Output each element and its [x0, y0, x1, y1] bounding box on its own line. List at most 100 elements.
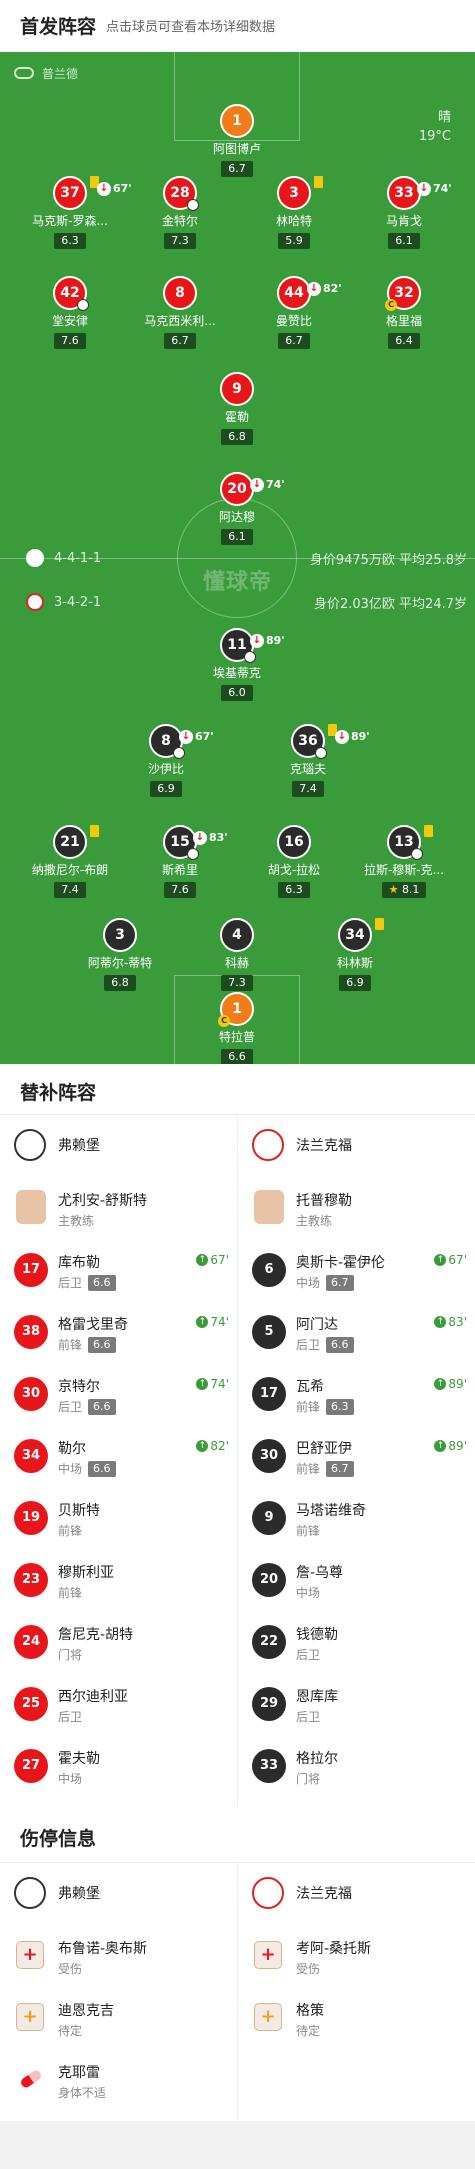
player-away-4[interactable]: 4 科赫 7.3 — [182, 918, 292, 991]
yellow-card-icon — [90, 825, 99, 837]
injury-item-home[interactable]: 克耶雷 身体不适 — [0, 2049, 237, 2111]
home-club[interactable]: 弗赖堡 — [0, 1115, 237, 1177]
player-rating: 7.3 — [221, 975, 253, 991]
player-number: 15 — [170, 834, 190, 850]
away-club[interactable]: 法兰克福 — [238, 1115, 475, 1177]
sub-player-away[interactable]: 9 马塔诺维奇 前锋 — [238, 1487, 475, 1549]
player-name: 纳撒尼尔-布朗 — [31, 863, 109, 877]
player-home-33[interactable]: 33 ↓ 74' 马肯戈 6.1 — [349, 176, 459, 249]
sub-player-home[interactable]: 38 格雷戈里奇 前锋 6.6 ↑ 74' — [0, 1301, 237, 1363]
injury-status: 待定 — [296, 2024, 321, 2038]
sub-player-home[interactable]: 34 勒尔 中场 6.6 ↑ 82' — [0, 1425, 237, 1487]
player-name: 科赫 — [224, 956, 249, 970]
player-home-8[interactable]: 8 马克西米利... 6.7 — [125, 276, 235, 349]
player-meta: 前锋 6.3 — [296, 1398, 354, 1415]
injury-item-away[interactable]: 考阿-桑托斯 受伤 — [238, 1925, 475, 1987]
player-name: 阿图博卢 — [212, 142, 261, 156]
player-number: 22 — [252, 1625, 286, 1659]
player-home-1[interactable]: 1 阿图博卢 6.7 — [182, 104, 292, 177]
player-home-37[interactable]: 37 ↓ 67' 马克斯-罗森... 6.3 — [15, 176, 132, 249]
sub-player-away[interactable]: 33 格拉尔 门将 — [238, 1735, 475, 1797]
injury-status: 受伤 — [296, 1962, 321, 1976]
player-home-44[interactable]: 44 ↓ 82' 曼赞比 6.7 — [239, 276, 349, 349]
player-name: 金特尔 — [161, 214, 198, 228]
sub-player-away[interactable]: 6 奥斯卡-霍伊伦 中场 6.7 ↑ 67' — [238, 1239, 475, 1301]
player-away-8[interactable]: 8 ↓ 67' 沙伊比 6.9 — [111, 724, 221, 797]
sub-on-icon: ↑ — [434, 1316, 447, 1328]
sub-on-icon: ↑ — [434, 1440, 447, 1452]
player-position: 前锋 — [296, 1524, 321, 1538]
player-number: 42 — [60, 285, 80, 301]
player-name: 格拉尔 — [296, 1751, 338, 1767]
sub-player-home[interactable]: 19 贝斯特 前锋 — [0, 1487, 237, 1549]
player-away-1[interactable]: 1C 特拉普 6.6 — [182, 992, 292, 1064]
player-position: 门将 — [58, 1648, 83, 1662]
sub-player-away[interactable]: 29 恩库库 后卫 — [238, 1673, 475, 1735]
player-meta: 后卫 6.6 — [296, 1336, 354, 1353]
player-number: 9 — [220, 372, 254, 406]
sub-player-home[interactable]: 27 霍夫勒 中场 — [0, 1735, 237, 1797]
sub-player-home[interactable]: 23 穆斯利亚 前锋 — [0, 1549, 237, 1611]
player-name: 沙伊比 — [147, 762, 184, 776]
player-away-34[interactable]: 34 科林斯 6.9 — [300, 918, 410, 991]
player-number: 34 — [14, 1439, 48, 1473]
player-number: 11 — [227, 637, 247, 653]
player-away-36[interactable]: 36 ↓ 89' 克瑙夫 7.4 — [253, 724, 370, 797]
player-rating: 6.8 — [221, 429, 253, 445]
sub-player-home[interactable]: 25 西尔迪利亚 后卫 — [0, 1673, 237, 1735]
player-away-21[interactable]: 21 纳撒尼尔-布朗 7.4 — [15, 825, 125, 898]
injury-item-home[interactable]: 布鲁诺-奥布斯 受伤 — [0, 1925, 237, 1987]
sub-player-home[interactable]: 30 京特尔 后卫 6.6 ↑ 74' — [0, 1363, 237, 1425]
sub-player-away[interactable]: 5 阿门达 后卫 6.6 ↑ 83' — [238, 1301, 475, 1363]
player-home-3[interactable]: 3 林哈特 5.9 — [239, 176, 349, 249]
coach-name: 尤利安-舒斯特 — [58, 1193, 148, 1209]
player-number: 3 — [289, 185, 299, 201]
player-name: 胡戈-拉松 — [267, 863, 321, 877]
player-meta: 前锋 6.6 — [58, 1336, 116, 1353]
away-club[interactable]: 法兰克福 — [238, 1863, 475, 1925]
sub-player-away[interactable]: 30 巴舒亚伊 前锋 6.7 ↑ 89' — [238, 1425, 475, 1487]
home-club[interactable]: 弗赖堡 — [0, 1863, 237, 1925]
player-home-42[interactable]: 42 堂安律 7.6 — [15, 276, 125, 349]
club-name: 法兰克福 — [296, 1138, 352, 1154]
player-home-28[interactable]: 28 金特尔 7.3 — [125, 176, 235, 249]
player-name: 曼赞比 — [275, 314, 312, 328]
sub-player-home[interactable]: 17 库布勒 后卫 6.6 ↑ 67' — [0, 1239, 237, 1301]
referee: 普兰德 — [14, 62, 78, 84]
player-position: 中场 — [296, 1586, 321, 1600]
away-formation: 3-4-2-1 — [26, 593, 101, 611]
player-rating: 7.4 — [292, 781, 324, 797]
player-name: 钱德勒 — [296, 1627, 338, 1643]
lineup-subtitle: 点击球员可查看本场详细数据 — [106, 20, 276, 35]
away-formation-text: 3-4-2-1 — [54, 594, 102, 610]
sub-on-icon: ↑ — [434, 1378, 447, 1390]
player-away-15[interactable]: 15 ↓ 83' 斯希里 7.6 — [125, 825, 235, 898]
sub-on-time: ↑ 74' — [196, 1377, 229, 1391]
injury-item-home[interactable]: 迪恩克吉 待定 — [0, 1987, 237, 2049]
player-home-9[interactable]: 9 霍勒 6.8 — [182, 372, 292, 445]
yellow-card-icon — [424, 825, 433, 837]
sub-player-away[interactable]: 22 钱德勒 后卫 — [238, 1611, 475, 1673]
player-away-3[interactable]: 3 阿蒂尔-蒂特 6.8 — [65, 918, 175, 991]
player-rating: 7.4 — [54, 882, 86, 898]
goal-icon — [411, 848, 423, 860]
sub-player-away[interactable]: 20 詹-乌尊 中场 — [238, 1549, 475, 1611]
player-away-11[interactable]: 11 ↓ 89' 埃基蒂克 6.0 — [182, 628, 292, 701]
sub-player-home[interactable]: 24 詹尼克-胡特 门将 — [0, 1611, 237, 1673]
player-number: 1 — [232, 1001, 242, 1017]
player-away-13[interactable]: 13 拉斯-穆斯-克... ★ 8.1 — [349, 825, 459, 898]
injury-item-away[interactable]: 格策 待定 — [238, 1987, 475, 2049]
player-rating: 6.6 — [221, 1049, 253, 1064]
player-home-20[interactable]: 20 ↓ 74' 阿达穆 6.1 — [182, 472, 292, 545]
player-rating: 7.6 — [164, 882, 196, 898]
injuries-grid: 弗赖堡 法兰克福 布鲁诺-奥布斯 受伤 迪恩克吉 待定 克耶雷 身体不适 考阿-… — [0, 1862, 475, 2121]
player-number: 8 — [163, 276, 197, 310]
player-number: 37 — [60, 185, 80, 201]
player-away-16[interactable]: 16 胡戈-拉松 6.3 — [239, 825, 349, 898]
pill-icon — [16, 2065, 44, 2093]
weather-condition: 晴 — [437, 110, 451, 125]
player-home-32[interactable]: 32 C 格里福 6.4 — [349, 276, 459, 349]
home-coach[interactable]: 尤利安-舒斯特 主教练 — [0, 1177, 237, 1239]
sub-player-away[interactable]: 17 瓦希 前锋 6.3 ↑ 89' — [238, 1363, 475, 1425]
away-coach[interactable]: 托普穆勒 主教练 — [238, 1177, 475, 1239]
